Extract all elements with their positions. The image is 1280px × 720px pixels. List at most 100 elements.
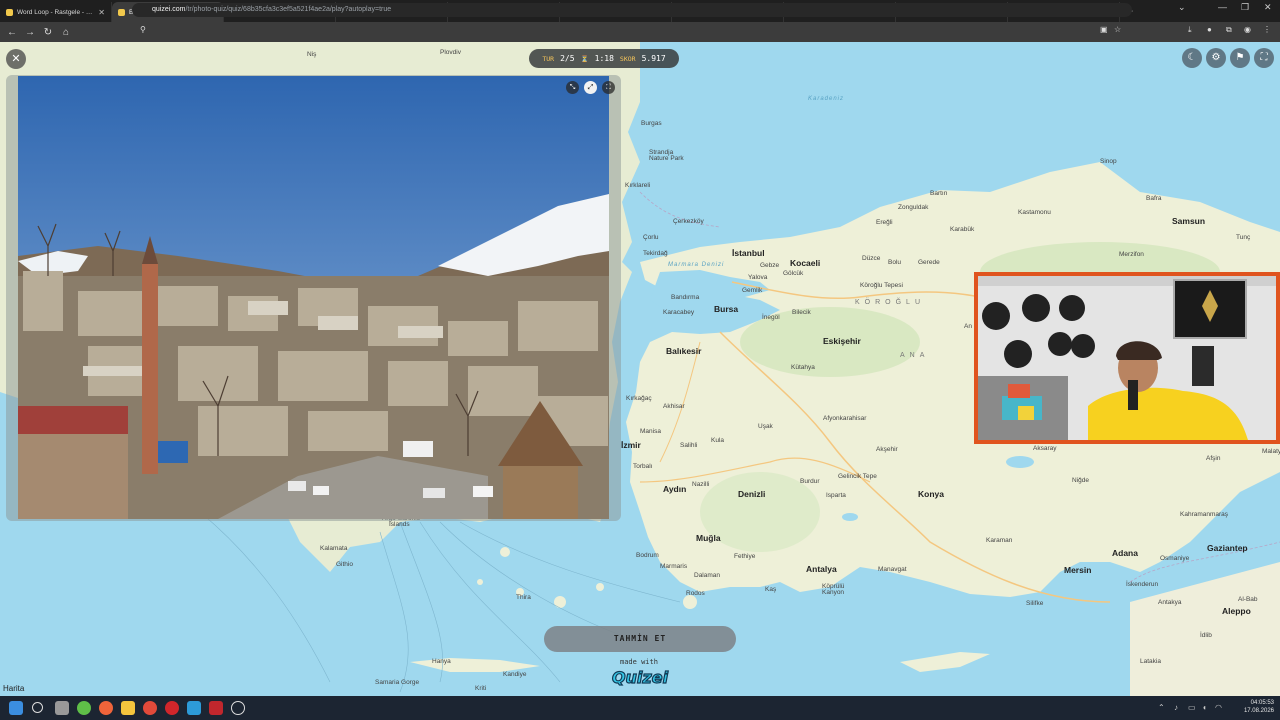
install-app-icon[interactable]: ▣: [1100, 25, 1108, 34]
map-place-label: Kırkağaç: [626, 395, 652, 402]
settings-button[interactable]: ⚙: [1206, 48, 1226, 68]
fit-map-button[interactable]: ⛶: [1254, 48, 1274, 68]
obs-icon[interactable]: [231, 701, 245, 715]
minimize-icon[interactable]: —: [1218, 2, 1227, 12]
window-close-icon[interactable]: ✕: [1264, 2, 1272, 13]
tray-overflow-icon[interactable]: ⌃: [1158, 703, 1165, 712]
map-place-label: Çerkezköy: [673, 218, 704, 225]
search-icon[interactable]: [32, 702, 43, 713]
map-place-label: Zonguldak: [898, 204, 929, 211]
copilot-icon[interactable]: [77, 701, 91, 715]
map-place-label: Torbalı: [633, 463, 653, 470]
quiz-photo: [18, 76, 609, 519]
map-place-label: Muğla: [696, 533, 721, 543]
map-place-label: Karadeniz: [808, 96, 845, 102]
taskbar-clock[interactable]: 04:05:53 17.08.2026: [1244, 699, 1274, 715]
map-place-label: Yalova: [748, 274, 768, 281]
map-place-label: Burgas: [641, 120, 662, 127]
map-place-label: Köroğlu Tepesi: [860, 282, 903, 289]
map-place-label: Konya: [918, 489, 944, 499]
map-place-label: Kahramanmaraş: [1180, 511, 1229, 518]
map-place-label: Akşehir: [876, 446, 898, 453]
map-place-label: Thira: [516, 594, 531, 601]
tab-close-icon[interactable]: ✕: [98, 8, 105, 17]
report-flag-button[interactable]: ⚑: [1230, 48, 1250, 68]
map-place-label: Bolu: [888, 259, 902, 266]
shrink-photo-button[interactable]: ⤡: [566, 81, 579, 94]
map-place-label: Kandiye: [503, 671, 527, 678]
fullscreen-photo-button[interactable]: ⛶: [602, 81, 615, 94]
back-icon[interactable]: ←: [3, 27, 21, 38]
close-quiz-button[interactable]: ✕: [6, 49, 26, 69]
webcam-image: [978, 276, 1276, 440]
start-icon[interactable]: [9, 701, 23, 715]
map-place-label: Kaş: [765, 586, 777, 593]
forward-icon[interactable]: →: [21, 27, 39, 38]
display-icon[interactable]: ▭: [1188, 703, 1196, 712]
map-place-label: Afşin: [1206, 455, 1221, 462]
theme-toggle-button[interactable]: ☾: [1182, 48, 1202, 68]
reload-icon[interactable]: ↻: [39, 27, 57, 38]
mic-icon[interactable]: ♪: [1174, 703, 1178, 712]
map-place-label: Marmaris: [660, 563, 688, 570]
map-place-label: Antakya: [1158, 599, 1182, 606]
map-place-label: Kula: [711, 437, 725, 444]
map-place-label: Rodos: [686, 590, 705, 597]
map-place-label: ANA: [900, 352, 930, 359]
site-info-icon[interactable]: ⚲: [140, 25, 146, 34]
map-place-label: İzmir: [621, 440, 641, 450]
maximize-icon[interactable]: ❐: [1241, 2, 1249, 13]
opera-icon[interactable]: [165, 701, 179, 715]
extension-icon[interactable]: ●: [1207, 25, 1212, 34]
file-explorer-icon[interactable]: [121, 701, 135, 715]
notepad-icon[interactable]: [187, 701, 201, 715]
map-place-label: Aleppo: [1222, 606, 1251, 616]
chrome-icon[interactable]: [143, 701, 157, 715]
map-place-label: Düzce: [862, 255, 881, 262]
expand-photo-button[interactable]: ⤢: [584, 81, 597, 94]
quizei-logo-text: Quizei: [612, 668, 669, 687]
map-place-label: Osmaniye: [1160, 555, 1190, 562]
quizei-logo[interactable]: Quizei: [607, 666, 673, 688]
browser-menu-icon[interactable]: ⋮: [1263, 25, 1271, 34]
map-place-label: İdlib: [1200, 632, 1212, 639]
browser-tab[interactable]: Word Loop - Rastgele - Quizei✕: [0, 2, 112, 22]
network-icon[interactable]: ◠: [1215, 703, 1222, 712]
map-place-label: Kriti: [475, 685, 487, 692]
town-photo-image: [18, 76, 609, 519]
map-place-label: Balıkesir: [666, 346, 702, 356]
map-place-label: Bafra: [1146, 195, 1162, 202]
map-place-label: Bursa: [714, 304, 739, 314]
tab-favicon-icon: [6, 8, 13, 16]
clock-time: 04:05:53: [1250, 700, 1274, 706]
address-bar[interactable]: quizei.com/tr/photo-quiz/quiz/68b35cfa3c…: [132, 3, 1132, 17]
volume-icon[interactable]: ◖: [1202, 703, 1207, 712]
map-place-label: Niğde: [1072, 477, 1089, 484]
map-place-label: Gaziantep: [1207, 543, 1248, 553]
quiz-hud: TUR 2/5 ⏳ 1:18 SKOR 5.917: [529, 49, 679, 68]
map-place-label: Niş: [307, 51, 317, 58]
downloads-icon[interactable]: ⤓: [1188, 25, 1192, 35]
tab-search-icon[interactable]: ⌄: [1178, 2, 1186, 13]
bookmark-star-icon[interactable]: ☆: [1114, 25, 1121, 34]
home-icon[interactable]: ⌂: [57, 27, 75, 38]
map-place-label: Tekirdağ: [643, 250, 668, 257]
map-place-label: Gerede: [918, 259, 940, 266]
timer-value: 1:18: [594, 54, 614, 63]
map-place-label: Karacabey: [663, 309, 695, 316]
profile-icon[interactable]: ◉: [1244, 25, 1251, 34]
extensions-puzzle-icon[interactable]: ⧉: [1226, 25, 1232, 35]
guess-button[interactable]: TAHMİN ET: [544, 626, 736, 652]
map-place-label: Bartın: [930, 190, 948, 197]
map-place-label: KÖROĞLU: [855, 299, 926, 306]
map-place-label: Mersin: [1064, 565, 1092, 575]
firefox-icon[interactable]: [99, 701, 113, 715]
task-view-icon[interactable]: [55, 701, 69, 715]
stream-app-icon[interactable]: [209, 701, 223, 715]
tab-favicon-icon: [118, 8, 125, 16]
map-attribution[interactable]: Harita: [3, 684, 24, 693]
map-place-label: Salihli: [680, 442, 698, 449]
map-place-label: Kalamata: [320, 545, 348, 552]
map-place-label: Kırklareli: [625, 182, 651, 189]
map-place-label: Latakia: [1140, 658, 1161, 665]
